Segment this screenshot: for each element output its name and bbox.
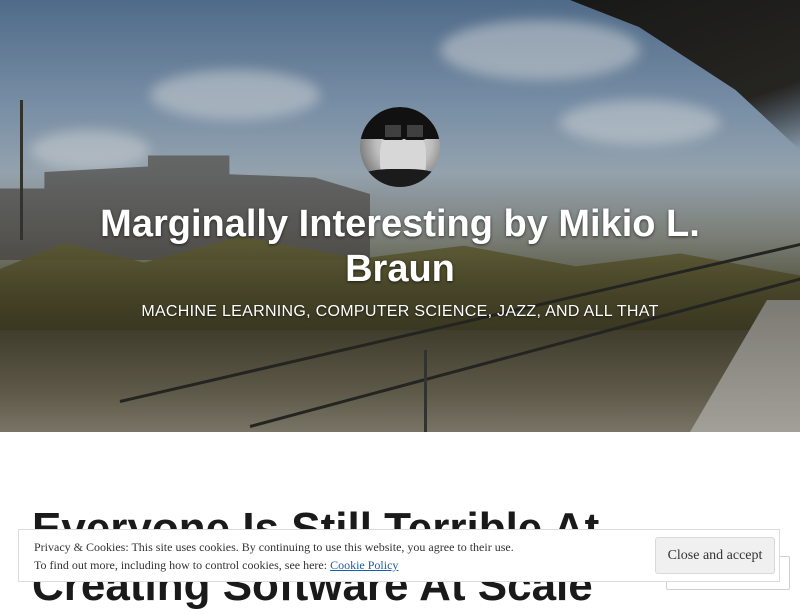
glasses-icon (382, 122, 404, 140)
cookie-policy-link[interactable]: Cookie Policy (330, 558, 398, 572)
cookie-text-line2-label: To find out more, including how to contr… (34, 558, 328, 572)
cookie-text-line1: Privacy & Cookies: This site uses cookie… (34, 540, 514, 554)
cookie-banner: Privacy & Cookies: This site uses cookie… (18, 529, 780, 582)
site-header: Marginally Interesting by Mikio L. Braun… (0, 0, 800, 432)
close-and-accept-button[interactable]: Close and accept (655, 537, 775, 574)
site-tagline: MACHINE LEARNING, COMPUTER SCIENCE, JAZZ… (141, 303, 659, 320)
avatar-shoulder (360, 169, 440, 187)
glasses-icon (404, 122, 426, 140)
avatar[interactable] (360, 107, 440, 187)
cookie-text-line2: To find out more, including how to contr… (34, 556, 634, 574)
site-title[interactable]: Marginally Interesting by Mikio L. Braun (60, 202, 740, 292)
cookie-text: Privacy & Cookies: This site uses cookie… (34, 538, 634, 574)
